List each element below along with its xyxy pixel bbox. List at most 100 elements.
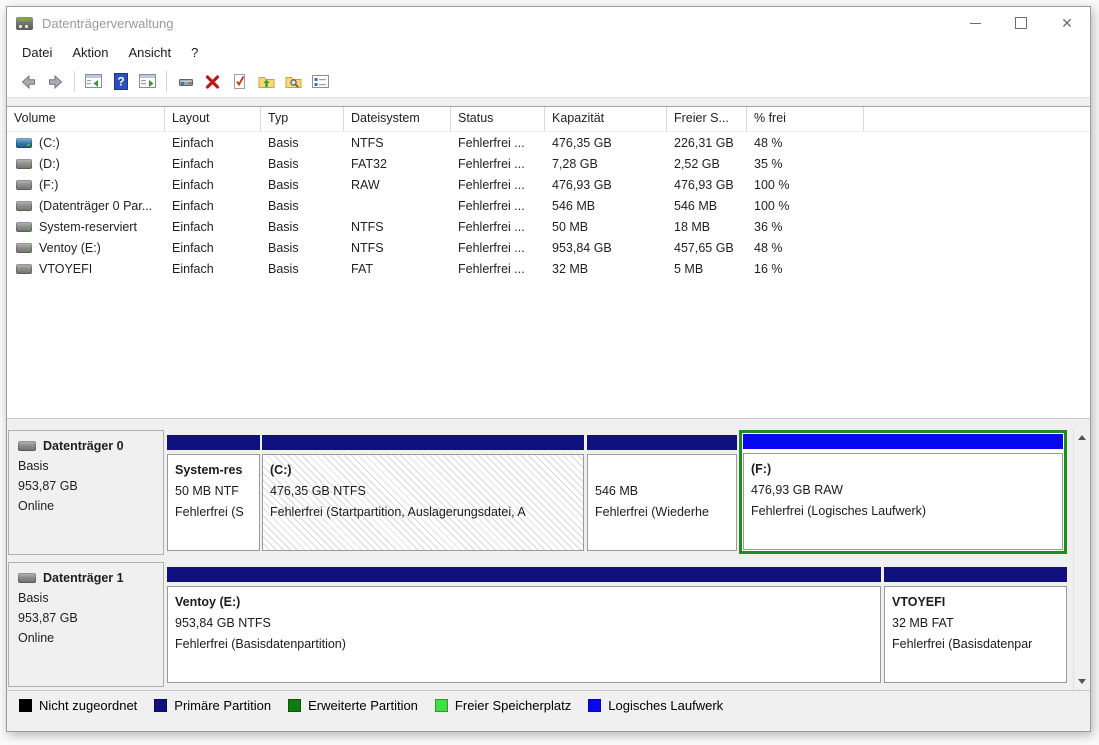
menu-item-ansicht[interactable]: Ansicht bbox=[119, 41, 182, 64]
volume-label: (C:) bbox=[39, 135, 60, 150]
partition-block[interactable]: 546 MB Fehlerfrei (Wiederhe bbox=[587, 435, 737, 551]
show-console-tree-button[interactable] bbox=[80, 69, 107, 94]
cell-status: Fehlerfrei ... bbox=[458, 219, 525, 234]
disk-info-panel[interactable]: Datenträger 0 Basis 953,87 GB Online bbox=[8, 430, 164, 555]
maximize-button[interactable] bbox=[998, 7, 1044, 39]
column-header-%-frei[interactable]: % frei bbox=[747, 107, 864, 131]
table-row[interactable]: System-reserviert Einfach Basis NTFS Fehlerf… bbox=[7, 216, 1090, 237]
explore-up-button[interactable] bbox=[253, 69, 280, 94]
delete-x-icon bbox=[205, 74, 220, 89]
column-header-volume[interactable]: Volume bbox=[7, 107, 165, 131]
disk-size: 953,87 GB bbox=[18, 611, 78, 625]
rescan-disks-icon bbox=[178, 78, 193, 86]
column-header-kapazit-t[interactable]: Kapazität bbox=[545, 107, 667, 131]
window-controls: ✕ bbox=[952, 7, 1090, 39]
partition-type-bar bbox=[884, 567, 1067, 582]
column-header-status[interactable]: Status bbox=[451, 107, 545, 131]
cell-fs: RAW bbox=[351, 177, 380, 192]
partition-block[interactable]: System-res 50 MB NTF Fehlerfrei (S bbox=[167, 435, 260, 551]
minimize-button[interactable] bbox=[952, 7, 998, 39]
column-header-freier-s-[interactable]: Freier S... bbox=[667, 107, 747, 131]
disk-area: Datenträger 0 Basis 953,87 GB Online System-… bbox=[7, 429, 1073, 693]
cell-kapazitaet: 953,84 GB bbox=[552, 240, 612, 255]
cell-kapazitaet: 50 MB bbox=[552, 219, 589, 234]
menu-item-help[interactable]: ? bbox=[181, 41, 208, 64]
drive-icon bbox=[16, 221, 32, 232]
cell-freier: 546 MB bbox=[674, 198, 718, 213]
table-row[interactable]: (F:) Einfach Basis RAW Fehlerfrei ... 476,93 … bbox=[7, 174, 1090, 195]
cell-kapazitaet: 546 MB bbox=[552, 198, 596, 213]
disk-info-panel[interactable]: Datenträger 1 Basis 953,87 GB Online bbox=[8, 562, 164, 687]
legend-bar: Nicht zugeordnet Primäre Partition Erweite… bbox=[7, 690, 1090, 719]
explore-search-button[interactable] bbox=[280, 69, 307, 94]
mark-partition-button[interactable] bbox=[226, 69, 253, 94]
cell-typ: Basis bbox=[268, 177, 299, 192]
scroll-up-button[interactable] bbox=[1074, 429, 1090, 446]
disk-name: Datenträger 1 bbox=[43, 571, 124, 585]
column-header-typ[interactable]: Typ bbox=[261, 107, 344, 131]
mark-partition-icon bbox=[234, 74, 245, 89]
volume-cell: (C:) bbox=[7, 136, 165, 150]
details-view-button[interactable] bbox=[307, 69, 334, 94]
cell-layout: Einfach bbox=[172, 219, 214, 234]
table-row[interactable]: Ventoy (E:) Einfach Basis NTFS Fehlerfrei ..… bbox=[7, 237, 1090, 258]
disk-row-1: Datenträger 1 Basis 953,87 GB Online Ventoy … bbox=[7, 561, 1073, 690]
column-header-layout[interactable]: Layout bbox=[165, 107, 261, 131]
cell-typ: Basis bbox=[268, 135, 299, 150]
cell-kapazitaet: 476,93 GB bbox=[552, 177, 612, 192]
table-row[interactable]: (Datenträger 0 Par... Einfach Basis Fehlerf… bbox=[7, 195, 1090, 216]
disk-management-window: Datenträgerverwaltung ✕ Datei Aktion Ansic… bbox=[6, 6, 1091, 732]
legend-item: Freier Speicherplatz bbox=[434, 698, 571, 713]
table-row[interactable]: (C:) Einfach Basis NTFS Fehlerfrei ... 476,35… bbox=[7, 132, 1090, 153]
partition-block[interactable]: VTOYEFI 32 MB FAT Fehlerfrei (Basisdatenpa… bbox=[884, 567, 1067, 683]
legend-swatch bbox=[19, 698, 32, 712]
help-button[interactable]: ? bbox=[107, 69, 134, 94]
partition-block[interactable]: Ventoy (E:) 953,84 GB NTFS Fehlerfrei (Bas… bbox=[167, 567, 881, 683]
cell-fs: NTFS bbox=[351, 240, 384, 255]
table-row[interactable]: (D:) Einfach Basis FAT32 Fehlerfrei ... 7,28 … bbox=[7, 153, 1090, 174]
delete-button[interactable] bbox=[199, 69, 226, 94]
desktop: { "window": { "title": "Datenträgerverwa… bbox=[0, 0, 1099, 745]
disk-type: Basis bbox=[18, 591, 49, 605]
forward-icon bbox=[49, 74, 63, 89]
partition-status: Fehlerfrei (Wiederhe bbox=[595, 505, 709, 519]
cell-kapazitaet: 476,35 GB bbox=[552, 135, 612, 150]
menu-item-datei[interactable]: Datei bbox=[12, 41, 62, 64]
partition-label: (F:) bbox=[751, 462, 772, 476]
volume-label: System-reserviert bbox=[39, 219, 137, 234]
title-bar[interactable]: Datenträgerverwaltung ✕ bbox=[7, 7, 1090, 39]
cell-status: Fehlerfrei ... bbox=[458, 156, 525, 171]
legend-label: Logisches Laufwerk bbox=[608, 697, 724, 713]
disk-status: Online bbox=[18, 499, 55, 513]
partition-block-selected[interactable]: (F:) 476,93 GB RAW Fehlerfrei (Logisches L… bbox=[739, 430, 1067, 554]
cell-fs: NTFS bbox=[351, 219, 384, 234]
show-action-pane-button[interactable] bbox=[134, 69, 161, 94]
partition-body: 546 MB Fehlerfrei (Wiederhe bbox=[587, 454, 737, 551]
cell-frei_pct: 36 % bbox=[754, 219, 783, 234]
rescan-disks-button[interactable] bbox=[172, 69, 199, 94]
cell-layout: Einfach bbox=[172, 240, 214, 255]
partition-body: VTOYEFI 32 MB FAT Fehlerfrei (Basisdatenpa… bbox=[884, 586, 1067, 683]
cell-freier: 2,52 GB bbox=[674, 156, 720, 171]
partition-block[interactable]: (C:) 476,35 GB NTFS Fehlerfrei (Startparti… bbox=[262, 435, 584, 551]
forward-button[interactable] bbox=[42, 69, 69, 94]
volume-label: (D:) bbox=[39, 156, 60, 171]
partition-status: Fehlerfrei (Basisdatenpar bbox=[892, 637, 1033, 651]
menu-item-aktion[interactable]: Aktion bbox=[62, 41, 118, 64]
drive-icon bbox=[16, 137, 32, 148]
partition-label: System-res bbox=[175, 463, 243, 477]
disk-area-scrollbar[interactable] bbox=[1073, 429, 1090, 690]
close-button[interactable]: ✕ bbox=[1044, 7, 1090, 39]
svg-text:?: ? bbox=[117, 75, 124, 89]
volume-label: Ventoy (E:) bbox=[39, 240, 101, 255]
column-header-dateisystem[interactable]: Dateisystem bbox=[344, 107, 451, 131]
maximize-icon bbox=[1015, 17, 1027, 29]
table-row[interactable]: VTOYEFI Einfach Basis FAT Fehlerfrei ... 32 M… bbox=[7, 258, 1090, 279]
legend-swatch bbox=[288, 698, 302, 712]
back-button[interactable] bbox=[15, 69, 42, 94]
scroll-down-button[interactable] bbox=[1074, 673, 1090, 690]
partition-size: 953,84 GB NTFS bbox=[175, 616, 271, 630]
legend-label: Primäre Partition bbox=[174, 697, 272, 713]
toolbar-separator bbox=[74, 71, 75, 92]
disk-status: Online bbox=[18, 631, 55, 645]
